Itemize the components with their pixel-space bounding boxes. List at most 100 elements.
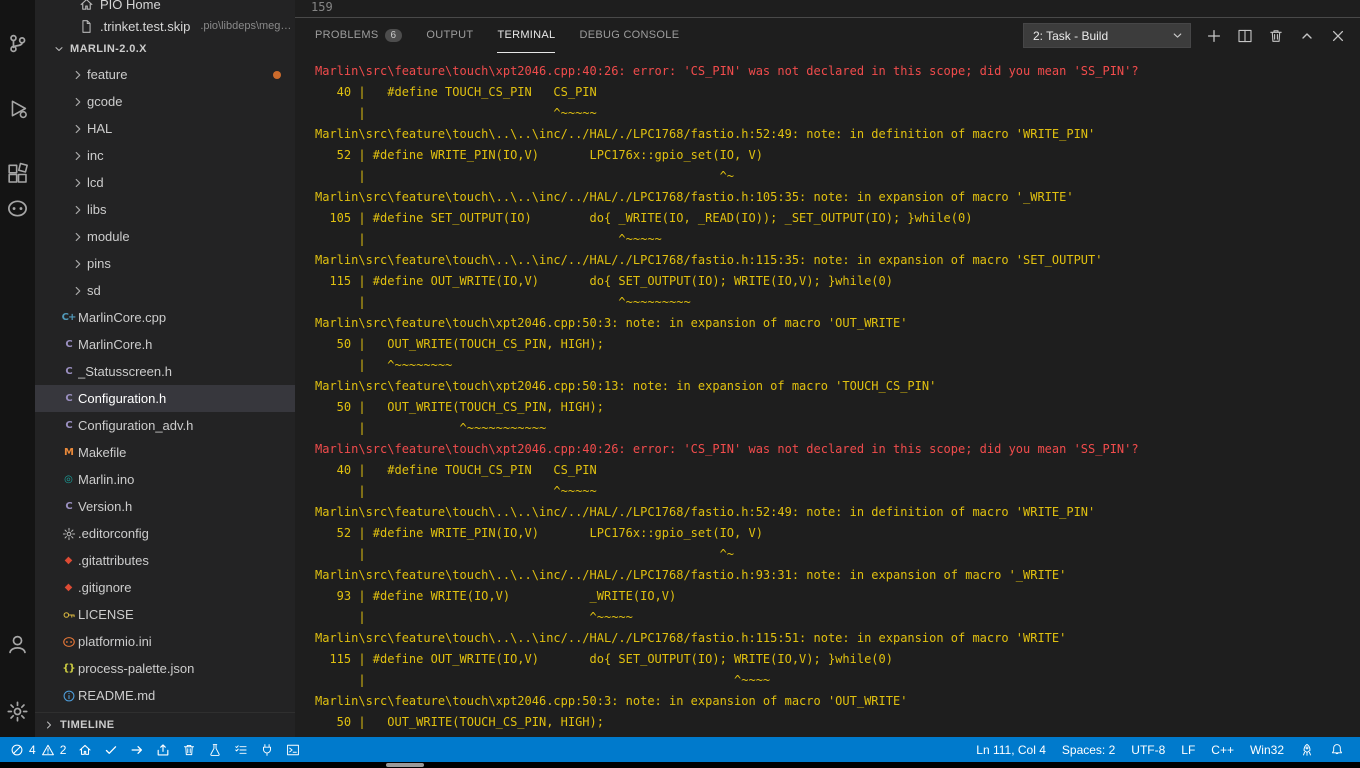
pio-home-button[interactable] bbox=[72, 737, 98, 762]
tree-item[interactable]: M Makefile bbox=[35, 439, 295, 466]
terminal-line: Marlin\src\feature\touch\xpt2046.cpp:40:… bbox=[315, 442, 1139, 456]
editor-area[interactable]: 159 bbox=[295, 0, 1360, 17]
tree-item[interactable]: platformio.ini bbox=[35, 628, 295, 655]
timeline-section-header[interactable]: TIMELINE bbox=[35, 712, 295, 737]
ino-icon: ◎ bbox=[64, 473, 73, 485]
tree-item[interactable]: C+ MarlinCore.cpp bbox=[35, 304, 295, 331]
encoding-indicator[interactable]: UTF-8 bbox=[1123, 737, 1173, 762]
git-icon: ◆ bbox=[64, 554, 73, 566]
terminal-line: Marlin\src\feature\touch\..\..\inc/../HA… bbox=[315, 505, 1096, 519]
terminal-output[interactable]: Marlin\src\feature\touch\xpt2046.cpp:40:… bbox=[295, 53, 1360, 737]
chevron-right-icon bbox=[71, 149, 87, 163]
terminal-instance-select[interactable]: 2: Task - Build bbox=[1023, 23, 1191, 48]
license-icon bbox=[59, 607, 78, 623]
split-terminal-button[interactable] bbox=[1237, 28, 1253, 44]
maximize-panel-button[interactable] bbox=[1299, 28, 1315, 44]
pio-upload-button[interactable] bbox=[124, 737, 150, 762]
tree-item[interactable]: ◆ .gitattributes bbox=[35, 547, 295, 574]
tree-item[interactable]: ◎ Marlin.ino bbox=[35, 466, 295, 493]
tree-item[interactable]: C MarlinCore.h bbox=[35, 331, 295, 358]
tree-item[interactable]: HAL bbox=[35, 115, 295, 142]
language-mode-indicator[interactable]: C++ bbox=[1203, 737, 1242, 762]
terminal-line: | ^~~~~~~~~~~~ bbox=[315, 421, 547, 435]
pio-project-tasks-button[interactable] bbox=[228, 737, 254, 762]
home-icon bbox=[78, 743, 92, 757]
eol-indicator[interactable]: LF bbox=[1173, 737, 1203, 762]
tab-problems[interactable]: PROBLEMS 6 bbox=[315, 18, 403, 53]
tree-item[interactable]: ◆ .gitignore bbox=[35, 574, 295, 601]
cpp-icon: C+ bbox=[61, 311, 77, 323]
trash-icon bbox=[1268, 28, 1284, 44]
panel-actions: 2: Task - Build bbox=[1023, 23, 1346, 48]
statusbar-right: Ln 111, Col 4 Spaces: 2 UTF-8 LF C++ Win32 bbox=[968, 737, 1352, 762]
tree-item[interactable]: C Configuration.h bbox=[35, 385, 295, 412]
tree-item[interactable]: LICENSE bbox=[35, 601, 295, 628]
platformio-statusbar-button[interactable] bbox=[1292, 737, 1322, 762]
file-icon bbox=[79, 19, 94, 34]
terminal-line: 52 | #define WRITE_PIN(IO,V) LPC176x::gp… bbox=[315, 148, 763, 162]
tree-item[interactable]: inc bbox=[35, 142, 295, 169]
indentation-indicator[interactable]: Spaces: 2 bbox=[1054, 737, 1123, 762]
error-count: 4 bbox=[29, 742, 36, 757]
pio-upload-fs-button[interactable] bbox=[150, 737, 176, 762]
panel-tabs: PROBLEMS 6 OUTPUT TERMINAL DEBUG CONSOLE bbox=[315, 18, 679, 53]
tree-item[interactable]: gcode bbox=[35, 88, 295, 115]
platform-indicator[interactable]: Win32 bbox=[1242, 737, 1292, 762]
pio-serial-monitor-button[interactable] bbox=[254, 737, 280, 762]
activitybar-account[interactable] bbox=[6, 633, 29, 656]
tree-item[interactable]: lcd bbox=[35, 169, 295, 196]
tree-item[interactable]: C _Statusscreen.h bbox=[35, 358, 295, 385]
activity-bar-bottom bbox=[6, 633, 29, 737]
terminal-line: Marlin\src\feature\touch\..\..\inc/../HA… bbox=[315, 631, 1067, 645]
tree-item[interactable]: {} process-palette.json bbox=[35, 655, 295, 682]
tree-item[interactable]: .editorconfig bbox=[35, 520, 295, 547]
terminal-line: | ^~~~~~ bbox=[315, 232, 662, 246]
terminal-line: | ^~~~~~~~~~ bbox=[315, 295, 691, 309]
tab-terminal[interactable]: TERMINAL bbox=[497, 18, 556, 53]
activitybar-run-and-debug[interactable] bbox=[6, 97, 29, 120]
new-terminal-button[interactable] bbox=[1206, 28, 1222, 44]
activitybar-platformio[interactable] bbox=[6, 197, 29, 220]
terminal-line: Marlin\src\feature\touch\..\..\inc/../HA… bbox=[315, 568, 1067, 582]
h-icon: C bbox=[65, 419, 72, 431]
warning-icon bbox=[41, 743, 55, 757]
rocket-icon bbox=[1300, 743, 1314, 757]
open-editor-trinket-test-skip[interactable]: .trinket.test.skip .pio\libdeps\mega... bbox=[35, 15, 295, 37]
pio-build-button[interactable] bbox=[98, 737, 124, 762]
chevron-right-icon bbox=[71, 122, 87, 136]
tree-item[interactable]: module bbox=[35, 223, 295, 250]
readme-icon bbox=[59, 688, 78, 704]
tab-output[interactable]: OUTPUT bbox=[426, 18, 473, 53]
activitybar-source-control[interactable] bbox=[6, 32, 29, 55]
terminal-line: 93 | #define WRITE(IO,V) _WRITE(IO,V) bbox=[315, 589, 677, 603]
kill-terminal-button[interactable] bbox=[1268, 28, 1284, 44]
close-panel-button[interactable] bbox=[1330, 28, 1346, 44]
h-icon: C bbox=[65, 392, 72, 404]
pio-clean-button[interactable] bbox=[176, 737, 202, 762]
activitybar-manage[interactable] bbox=[6, 700, 29, 723]
cursor-position[interactable]: Ln 111, Col 4 bbox=[968, 737, 1054, 762]
tree-item[interactable]: sd bbox=[35, 277, 295, 304]
bell-icon bbox=[1330, 743, 1344, 757]
terminal-line: | ^~~~~~ bbox=[315, 610, 633, 624]
plus-icon bbox=[1206, 28, 1222, 44]
source-control-icon bbox=[6, 32, 29, 55]
open-editor-pio-home[interactable]: PIO Home bbox=[35, 0, 295, 15]
terminal-line: Marlin\src\feature\touch\xpt2046.cpp:50:… bbox=[315, 694, 908, 708]
folder-section-header[interactable]: MARLIN-2.0.X bbox=[35, 37, 295, 61]
tree-item[interactable]: C Configuration_adv.h bbox=[35, 412, 295, 439]
activitybar-extensions[interactable] bbox=[6, 162, 29, 185]
pio-new-terminal-button[interactable] bbox=[280, 737, 306, 762]
settings-icon bbox=[6, 700, 29, 723]
pio-test-button[interactable] bbox=[202, 737, 228, 762]
tree-item[interactable]: pins bbox=[35, 250, 295, 277]
tree-item[interactable]: C Version.h bbox=[35, 493, 295, 520]
notifications-button[interactable] bbox=[1322, 737, 1352, 762]
tree-item[interactable]: feature bbox=[35, 61, 295, 88]
terminal-line: 52 | #define WRITE_PIN(IO,V) LPC176x::gp… bbox=[315, 526, 763, 540]
chevron-down-icon bbox=[1171, 29, 1184, 42]
problems-status[interactable]: 4 2 bbox=[4, 737, 72, 762]
tree-item[interactable]: README.md bbox=[35, 682, 295, 709]
tree-item[interactable]: libs bbox=[35, 196, 295, 223]
tab-debug-console[interactable]: DEBUG CONSOLE bbox=[579, 18, 679, 53]
